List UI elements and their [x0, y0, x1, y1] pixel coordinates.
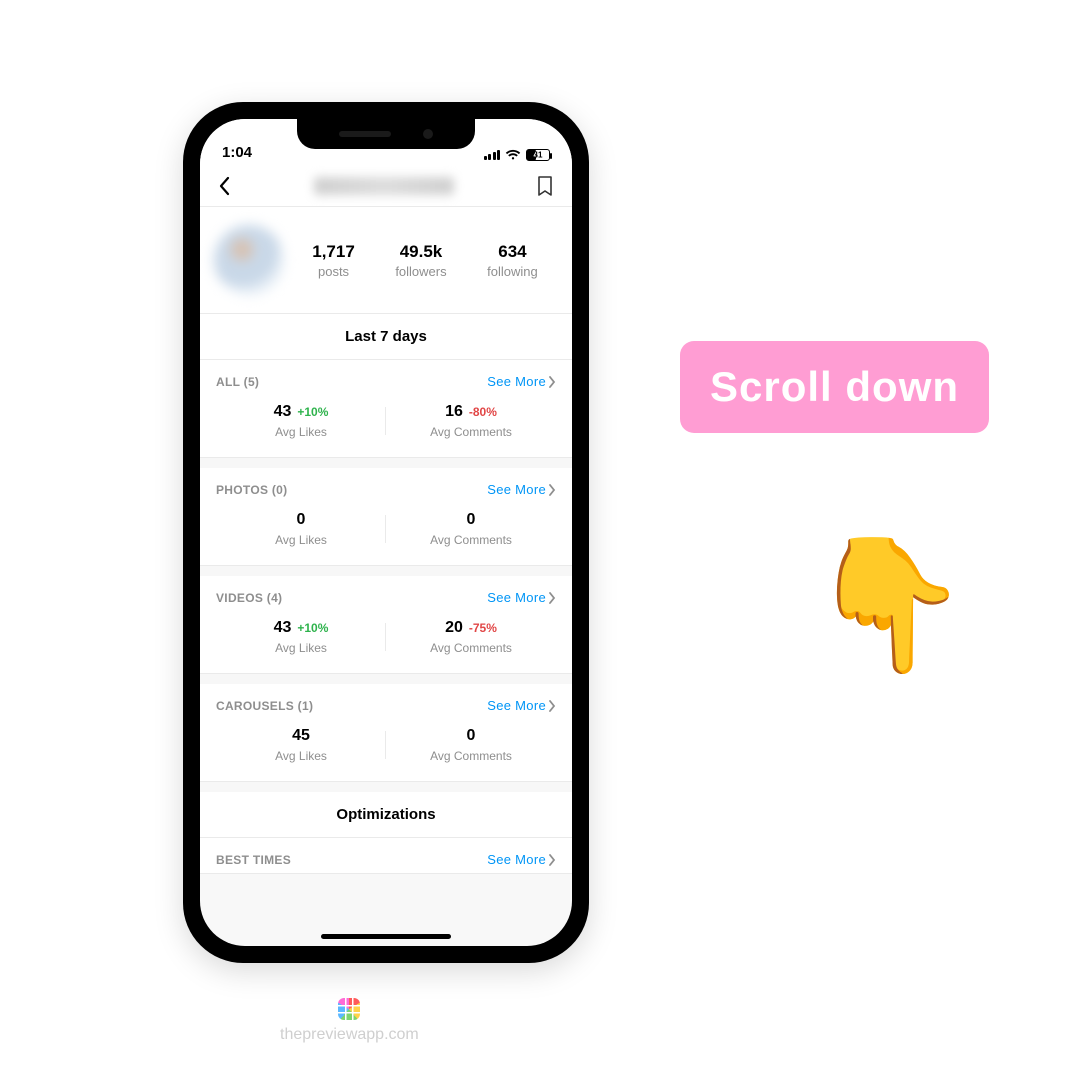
chevron-right-icon — [548, 700, 556, 712]
chevron-right-icon — [548, 854, 556, 866]
best-times-title: BEST TIMES — [216, 853, 291, 867]
card-all: ALL (5) See More 43+10% Avg Likes 16-80%… — [200, 360, 572, 458]
card-photos-title: PHOTOS (0) — [216, 483, 287, 497]
period-title: Last 7 days — [200, 314, 572, 360]
videos-avg-likes: 43+10% Avg Likes — [216, 619, 386, 655]
stat-posts[interactable]: 1,717 posts — [312, 242, 355, 279]
pointing-down-icon: 👇 — [808, 528, 970, 681]
see-more-best-times[interactable]: See More — [487, 852, 556, 867]
footer-branding: thepreviewapp.com — [280, 998, 419, 1044]
status-time: 1:04 — [222, 144, 252, 161]
card-best-times: BEST TIMES See More — [200, 838, 572, 874]
chevron-right-icon — [548, 592, 556, 604]
footer-text: thepreviewapp.com — [280, 1026, 419, 1044]
signal-icon — [484, 150, 501, 160]
card-videos-title: VIDEOS (4) — [216, 591, 282, 605]
username-blurred — [314, 177, 454, 195]
phone-frame: 1:04 41 1,717 — [183, 102, 589, 963]
photos-avg-likes: 0 Avg Likes — [216, 511, 386, 547]
chevron-right-icon — [548, 376, 556, 388]
see-more-all[interactable]: See More — [487, 374, 556, 389]
back-button[interactable] — [218, 176, 232, 196]
card-carousels: CAROUSELS (1) See More 45 Avg Likes 0 Av… — [200, 684, 572, 782]
preview-app-logo-icon — [338, 998, 360, 1020]
nav-header — [200, 165, 572, 207]
videos-avg-comments: 20-75% Avg Comments — [386, 619, 556, 655]
chevron-right-icon — [548, 484, 556, 496]
avatar[interactable] — [214, 225, 284, 295]
stat-followers[interactable]: 49.5k followers — [395, 242, 446, 279]
wifi-icon — [505, 149, 521, 161]
all-avg-likes: 43+10% Avg Likes — [216, 403, 386, 439]
photos-avg-comments: 0 Avg Comments — [386, 511, 556, 547]
phone-screen[interactable]: 1:04 41 1,717 — [200, 119, 572, 946]
notch — [297, 119, 475, 149]
home-indicator[interactable] — [321, 934, 451, 939]
carousels-avg-likes: 45 Avg Likes — [216, 727, 386, 763]
all-avg-comments: 16-80% Avg Comments — [386, 403, 556, 439]
see-more-videos[interactable]: See More — [487, 590, 556, 605]
see-more-photos[interactable]: See More — [487, 482, 556, 497]
see-more-carousels[interactable]: See More — [487, 698, 556, 713]
card-carousels-title: CAROUSELS (1) — [216, 699, 313, 713]
optimizations-title: Optimizations — [200, 792, 572, 838]
carousels-avg-comments: 0 Avg Comments — [386, 727, 556, 763]
battery-icon: 41 — [526, 149, 550, 161]
profile-stats-row: 1,717 posts 49.5k followers 634 followin… — [200, 207, 572, 314]
stat-following[interactable]: 634 following — [487, 242, 538, 279]
card-photos: PHOTOS (0) See More 0 Avg Likes 0 Avg Co… — [200, 468, 572, 566]
card-videos: VIDEOS (4) See More 43+10% Avg Likes 20-… — [200, 576, 572, 674]
card-all-title: ALL (5) — [216, 375, 259, 389]
scroll-down-callout: Scroll down — [680, 341, 989, 433]
bookmark-button[interactable] — [536, 175, 554, 197]
